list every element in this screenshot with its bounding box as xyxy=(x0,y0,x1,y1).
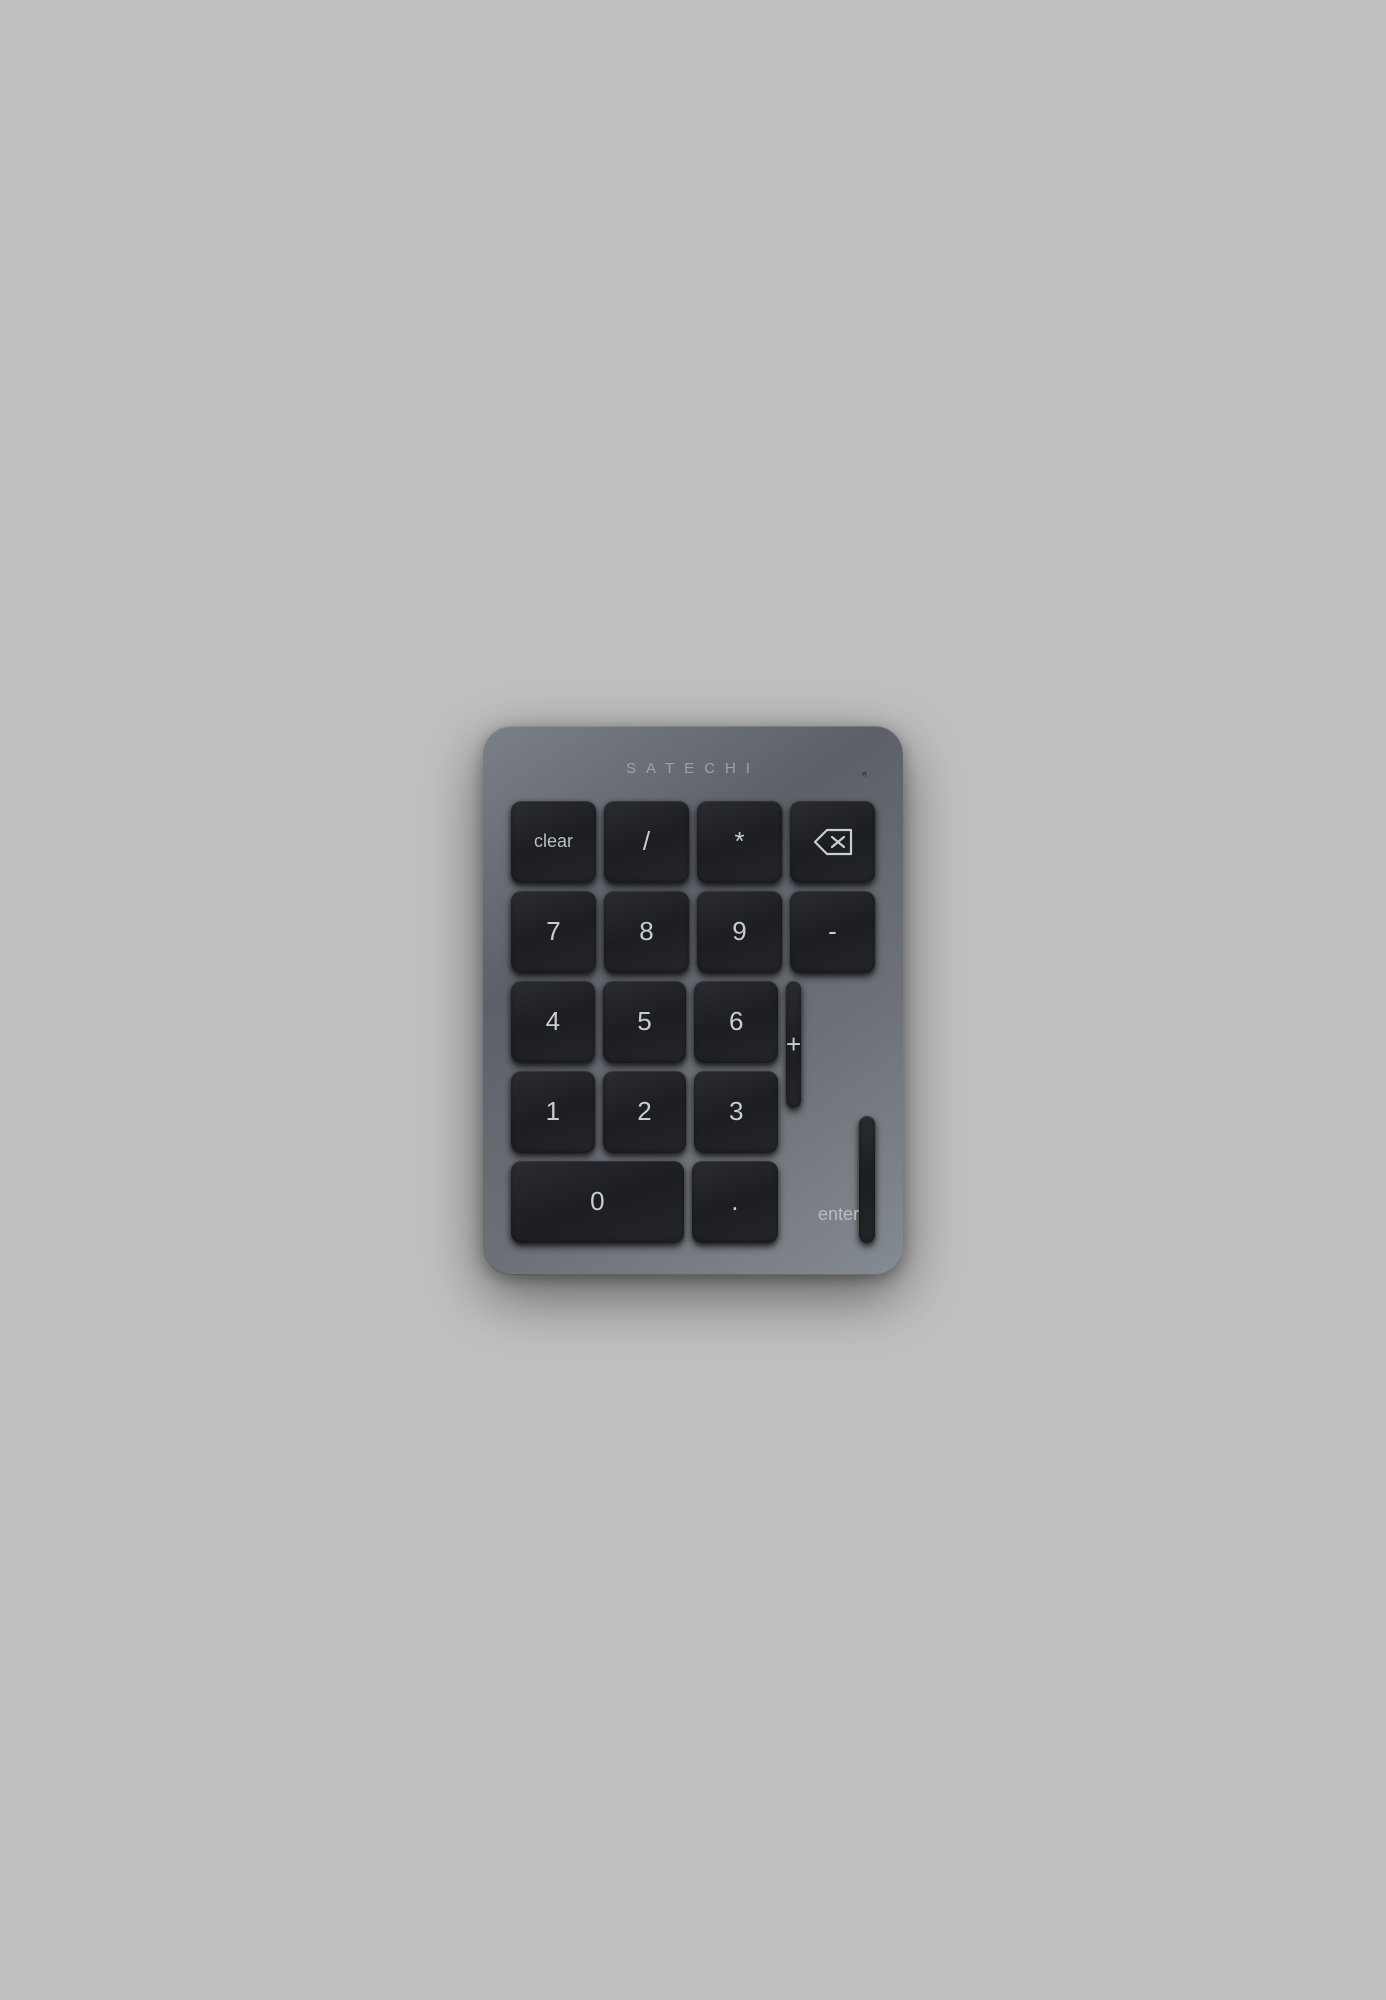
plus-key[interactable]: + xyxy=(786,981,801,1108)
numpad-device: SATECHI clear / * xyxy=(483,726,903,1275)
divide-key[interactable]: / xyxy=(604,801,689,883)
seven-key[interactable]: 7 xyxy=(511,891,596,973)
row-5: 0 . xyxy=(511,1161,778,1243)
row-4: 1 2 3 xyxy=(511,1071,778,1153)
main-area: 4 5 6 1 2 xyxy=(511,981,875,1243)
decimal-key[interactable]: . xyxy=(692,1161,778,1243)
zero-key[interactable]: 0 xyxy=(511,1161,684,1243)
one-key[interactable]: 1 xyxy=(511,1071,595,1153)
multiply-key[interactable]: * xyxy=(697,801,782,883)
minus-key[interactable]: - xyxy=(790,891,875,973)
row-3: 4 5 6 xyxy=(511,981,778,1063)
nine-key[interactable]: 9 xyxy=(697,891,782,973)
left-section: 4 5 6 1 2 xyxy=(511,981,778,1243)
eight-key[interactable]: 8 xyxy=(604,891,689,973)
enter-key[interactable]: enter xyxy=(859,1116,875,1243)
two-key[interactable]: 2 xyxy=(603,1071,687,1153)
clear-key[interactable]: clear xyxy=(511,801,596,883)
six-key[interactable]: 6 xyxy=(694,981,778,1063)
brand-logo: SATECHI xyxy=(511,756,875,777)
backspace-icon xyxy=(811,826,855,858)
keys-grid: clear / * 7 xyxy=(511,801,875,1243)
right-column: + enter xyxy=(786,981,875,1243)
row-2: 7 8 9 - xyxy=(511,891,875,973)
led-indicator xyxy=(862,772,867,777)
five-key[interactable]: 5 xyxy=(603,981,687,1063)
row-1: clear / * xyxy=(511,801,875,883)
backspace-key[interactable] xyxy=(790,801,875,883)
three-key[interactable]: 3 xyxy=(694,1071,778,1153)
four-key[interactable]: 4 xyxy=(511,981,595,1063)
